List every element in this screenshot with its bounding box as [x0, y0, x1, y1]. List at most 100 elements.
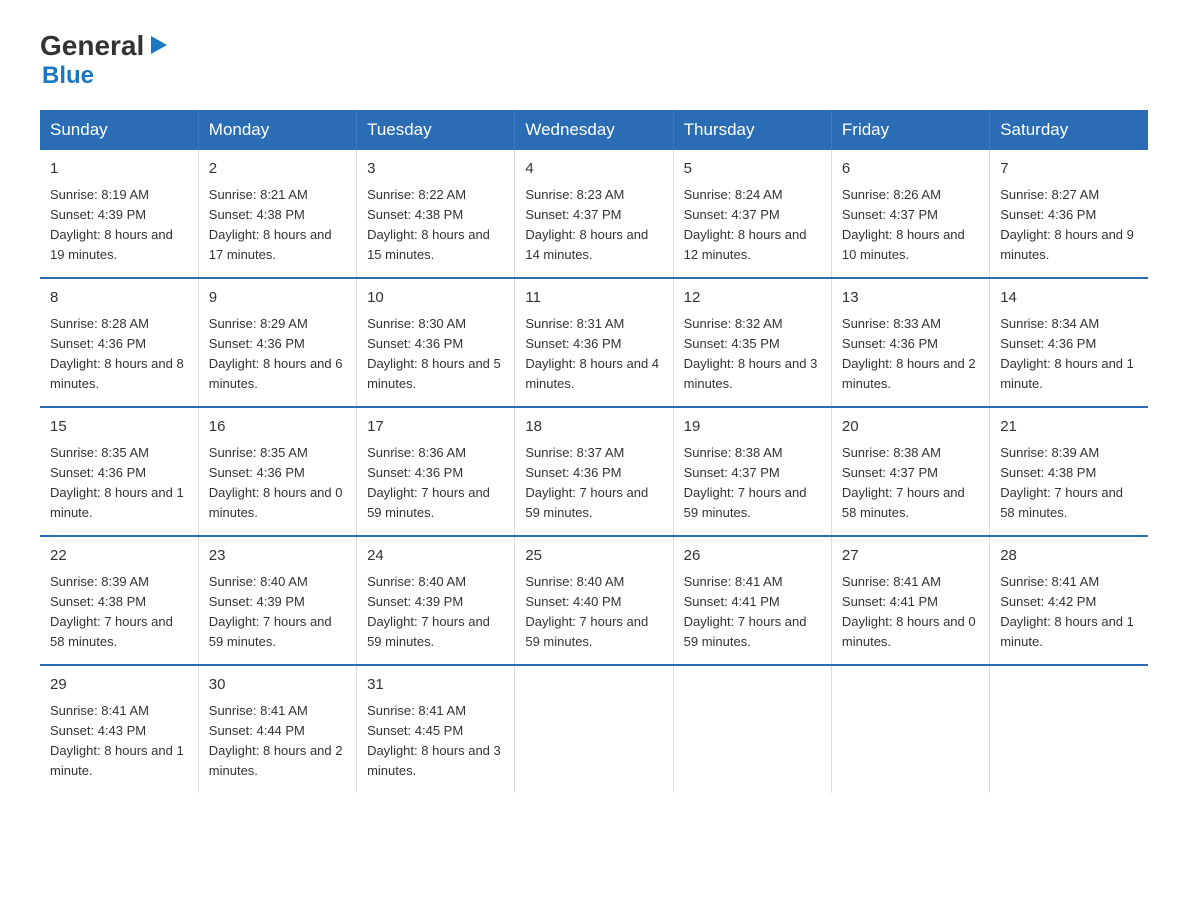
calendar-table: SundayMondayTuesdayWednesdayThursdayFrid…	[40, 110, 1148, 793]
day-number: 7	[1000, 158, 1138, 181]
day-info: Sunrise: 8:41 AMSunset: 4:44 PMDaylight:…	[209, 701, 346, 782]
day-number: 1	[50, 158, 188, 181]
day-info: Sunrise: 8:23 AMSunset: 4:37 PMDaylight:…	[525, 185, 662, 266]
day-number: 3	[367, 158, 504, 181]
logo-blue-text: Blue	[42, 62, 169, 90]
day-number: 18	[525, 416, 662, 439]
calendar-header-row: SundayMondayTuesdayWednesdayThursdayFrid…	[40, 110, 1148, 150]
day-number: 2	[209, 158, 346, 181]
day-number: 28	[1000, 545, 1138, 568]
day-info: Sunrise: 8:28 AMSunset: 4:36 PMDaylight:…	[50, 314, 188, 395]
day-info: Sunrise: 8:24 AMSunset: 4:37 PMDaylight:…	[684, 185, 821, 266]
day-number: 26	[684, 545, 821, 568]
day-info: Sunrise: 8:26 AMSunset: 4:37 PMDaylight:…	[842, 185, 979, 266]
day-info: Sunrise: 8:40 AMSunset: 4:39 PMDaylight:…	[367, 572, 504, 653]
day-info: Sunrise: 8:34 AMSunset: 4:36 PMDaylight:…	[1000, 314, 1138, 395]
page-header: General Blue	[40, 30, 1148, 90]
calendar-cell: 8 Sunrise: 8:28 AMSunset: 4:36 PMDaylight…	[40, 278, 198, 407]
calendar-cell: 6 Sunrise: 8:26 AMSunset: 4:37 PMDaylight…	[831, 150, 989, 278]
calendar-cell: 18 Sunrise: 8:37 AMSunset: 4:36 PMDayligh…	[515, 407, 673, 536]
calendar-week-row: 29 Sunrise: 8:41 AMSunset: 4:43 PMDayligh…	[40, 665, 1148, 793]
calendar-header-monday: Monday	[198, 110, 356, 150]
calendar-week-row: 22 Sunrise: 8:39 AMSunset: 4:38 PMDayligh…	[40, 536, 1148, 665]
calendar-header-wednesday: Wednesday	[515, 110, 673, 150]
day-number: 16	[209, 416, 346, 439]
day-number: 17	[367, 416, 504, 439]
day-number: 24	[367, 545, 504, 568]
day-number: 19	[684, 416, 821, 439]
calendar-cell: 13 Sunrise: 8:33 AMSunset: 4:36 PMDayligh…	[831, 278, 989, 407]
calendar-cell	[515, 665, 673, 793]
day-number: 29	[50, 674, 188, 697]
day-number: 15	[50, 416, 188, 439]
calendar-cell: 31 Sunrise: 8:41 AMSunset: 4:45 PMDayligh…	[357, 665, 515, 793]
calendar-cell: 21 Sunrise: 8:39 AMSunset: 4:38 PMDayligh…	[990, 407, 1148, 536]
day-info: Sunrise: 8:41 AMSunset: 4:45 PMDaylight:…	[367, 701, 504, 782]
calendar-cell	[990, 665, 1148, 793]
day-info: Sunrise: 8:38 AMSunset: 4:37 PMDaylight:…	[842, 443, 979, 524]
day-number: 21	[1000, 416, 1138, 439]
calendar-cell: 23 Sunrise: 8:40 AMSunset: 4:39 PMDayligh…	[198, 536, 356, 665]
day-number: 31	[367, 674, 504, 697]
day-number: 14	[1000, 287, 1138, 310]
day-info: Sunrise: 8:22 AMSunset: 4:38 PMDaylight:…	[367, 185, 504, 266]
calendar-cell: 27 Sunrise: 8:41 AMSunset: 4:41 PMDayligh…	[831, 536, 989, 665]
day-number: 20	[842, 416, 979, 439]
calendar-cell: 29 Sunrise: 8:41 AMSunset: 4:43 PMDayligh…	[40, 665, 198, 793]
day-number: 22	[50, 545, 188, 568]
day-info: Sunrise: 8:40 AMSunset: 4:39 PMDaylight:…	[209, 572, 346, 653]
calendar-header-sunday: Sunday	[40, 110, 198, 150]
calendar-cell: 4 Sunrise: 8:23 AMSunset: 4:37 PMDaylight…	[515, 150, 673, 278]
calendar-cell: 2Sunrise: 8:21 AMSunset: 4:38 PMDaylight…	[198, 150, 356, 278]
day-info: Sunrise: 8:37 AMSunset: 4:36 PMDaylight:…	[525, 443, 662, 524]
calendar-cell: 9Sunrise: 8:29 AMSunset: 4:36 PMDaylight…	[198, 278, 356, 407]
logo-general-text: General	[40, 30, 144, 62]
day-number: 6	[842, 158, 979, 181]
day-info: Sunrise: 8:40 AMSunset: 4:40 PMDaylight:…	[525, 572, 662, 653]
day-number: 9	[209, 287, 346, 310]
calendar-cell: 24 Sunrise: 8:40 AMSunset: 4:39 PMDayligh…	[357, 536, 515, 665]
calendar-cell	[673, 665, 831, 793]
day-number: 5	[684, 158, 821, 181]
logo-triangle-icon	[147, 34, 169, 56]
calendar-cell: 7 Sunrise: 8:27 AMSunset: 4:36 PMDaylight…	[990, 150, 1148, 278]
day-info: Sunrise: 8:27 AMSunset: 4:36 PMDaylight:…	[1000, 185, 1138, 266]
calendar-week-row: 15 Sunrise: 8:35 AMSunset: 4:36 PMDayligh…	[40, 407, 1148, 536]
day-info: Sunrise: 8:31 AMSunset: 4:36 PMDaylight:…	[525, 314, 662, 395]
calendar-cell: 11Sunrise: 8:31 AMSunset: 4:36 PMDayligh…	[515, 278, 673, 407]
calendar-cell: 12Sunrise: 8:32 AMSunset: 4:35 PMDayligh…	[673, 278, 831, 407]
day-number: 13	[842, 287, 979, 310]
calendar-cell: 3 Sunrise: 8:22 AMSunset: 4:38 PMDaylight…	[357, 150, 515, 278]
calendar-week-row: 1Sunrise: 8:19 AMSunset: 4:39 PMDaylight…	[40, 150, 1148, 278]
logo: General Blue	[40, 30, 169, 90]
day-info: Sunrise: 8:39 AMSunset: 4:38 PMDaylight:…	[1000, 443, 1138, 524]
day-number: 10	[367, 287, 504, 310]
calendar-header-tuesday: Tuesday	[357, 110, 515, 150]
day-info: Sunrise: 8:35 AMSunset: 4:36 PMDaylight:…	[50, 443, 188, 524]
day-info: Sunrise: 8:39 AMSunset: 4:38 PMDaylight:…	[50, 572, 188, 653]
calendar-cell: 22 Sunrise: 8:39 AMSunset: 4:38 PMDayligh…	[40, 536, 198, 665]
day-number: 27	[842, 545, 979, 568]
calendar-cell: 26 Sunrise: 8:41 AMSunset: 4:41 PMDayligh…	[673, 536, 831, 665]
day-info: Sunrise: 8:33 AMSunset: 4:36 PMDaylight:…	[842, 314, 979, 395]
day-info: Sunrise: 8:41 AMSunset: 4:43 PMDaylight:…	[50, 701, 188, 782]
day-number: 4	[525, 158, 662, 181]
calendar-cell: 10 Sunrise: 8:30 AMSunset: 4:36 PMDayligh…	[357, 278, 515, 407]
day-number: 8	[50, 287, 188, 310]
day-number: 25	[525, 545, 662, 568]
day-info: Sunrise: 8:35 AMSunset: 4:36 PMDaylight:…	[209, 443, 346, 524]
day-number: 30	[209, 674, 346, 697]
calendar-cell: 30 Sunrise: 8:41 AMSunset: 4:44 PMDayligh…	[198, 665, 356, 793]
calendar-cell: 17 Sunrise: 8:36 AMSunset: 4:36 PMDayligh…	[357, 407, 515, 536]
calendar-header-friday: Friday	[831, 110, 989, 150]
calendar-cell: 19Sunrise: 8:38 AMSunset: 4:37 PMDayligh…	[673, 407, 831, 536]
day-info: Sunrise: 8:30 AMSunset: 4:36 PMDaylight:…	[367, 314, 504, 395]
day-number: 12	[684, 287, 821, 310]
calendar-cell: 15 Sunrise: 8:35 AMSunset: 4:36 PMDayligh…	[40, 407, 198, 536]
day-info: Sunrise: 8:41 AMSunset: 4:41 PMDaylight:…	[684, 572, 821, 653]
day-number: 23	[209, 545, 346, 568]
calendar-cell: 25 Sunrise: 8:40 AMSunset: 4:40 PMDayligh…	[515, 536, 673, 665]
calendar-cell: 1Sunrise: 8:19 AMSunset: 4:39 PMDaylight…	[40, 150, 198, 278]
day-info: Sunrise: 8:36 AMSunset: 4:36 PMDaylight:…	[367, 443, 504, 524]
day-info: Sunrise: 8:41 AMSunset: 4:41 PMDaylight:…	[842, 572, 979, 653]
